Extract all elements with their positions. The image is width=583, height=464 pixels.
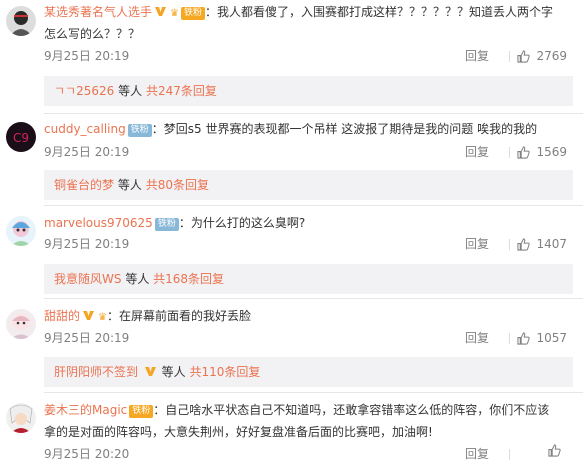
divider [44,298,583,299]
reply-count[interactable]: 共80条回复 [146,178,209,192]
avatar[interactable] [6,6,36,36]
comment-text: 为什么打的这么臭啊? [190,216,306,230]
reply-user[interactable]: 肝阴阳师不签到 [54,365,138,379]
reply-button[interactable]: 回复 [465,444,489,464]
reply-button[interactable]: 回复 [465,46,489,66]
svg-text:C9: C9 [13,131,29,145]
reply-user[interactable]: 我意随风WS [54,272,121,286]
username[interactable]: 甜甜的 [44,309,80,323]
thumbs-up-icon [517,49,531,63]
timestamp: 9月25日 20:19 [44,237,130,251]
like-count: 1057 [536,331,567,345]
like-button[interactable] [548,444,567,457]
timestamp: 9月25日 20:19 [44,145,130,159]
divider [509,147,510,158]
like-button[interactable]: 1057 [517,328,567,348]
reply-user[interactable]: 铜雀台的梦 [54,178,114,192]
like-button[interactable]: 1569 [517,142,567,162]
divider [44,205,583,206]
reply-button[interactable]: 回复 [465,234,489,254]
reply-user[interactable]: ㄱㄱ25626 [54,84,114,98]
reply-preview[interactable]: 铜雀台的梦 等人 共80条回复 [44,170,573,200]
avatar[interactable] [6,403,36,433]
divider [44,113,583,114]
username[interactable]: 姜木三的Magic [44,403,127,417]
comment-text: 自己啥水平状态自己不知道吗，还敢拿容错率这么低的阵容，你们不应该 [165,403,550,417]
divider [44,392,583,393]
comment-text: 我人都看傻了，入围赛都打成这样？？？？？？知道丢人两个字 [217,5,554,19]
verified-v-icon [155,7,167,16]
divider [509,239,510,250]
verified-v-icon [144,367,156,376]
fan-badge: 铁粉 [127,124,152,137]
reply-count[interactable]: 共168条回复 [153,272,224,286]
reply-preview[interactable]: ㄱㄱ25626 等人 共247条回复 [44,76,573,106]
like-count: 1569 [536,145,567,159]
like-button[interactable]: 1407 [517,234,567,254]
divider [509,449,510,460]
thumbs-up-icon [517,237,531,251]
thumbs-up-icon [517,331,531,345]
like-count: 1407 [536,237,567,251]
reply-button[interactable]: 回复 [465,142,489,162]
comment-text-cont: 怎么写的么？？？ [44,27,141,41]
like-button[interactable]: 2769 [517,46,567,66]
timestamp: 9月25日 20:20 [44,447,130,461]
like-count: 2769 [536,49,567,63]
avatar[interactable]: C9 [6,122,36,152]
username[interactable]: cuddy_calling [44,122,126,136]
divider [509,333,510,344]
thumbs-up-icon [548,444,561,457]
reply-count[interactable]: 共110条回复 [190,365,261,379]
timestamp: 9月25日 20:19 [44,49,130,63]
reply-preview[interactable]: 我意随风WS 等人 共168条回复 [44,264,573,294]
avatar[interactable] [6,309,36,339]
reply-count[interactable]: 共247条回复 [146,84,217,98]
verified-v-icon [83,311,95,320]
crown-icon: ♛ [98,312,107,323]
reply-preview[interactable]: 肝阴阳师不签到 等人 共110条回复 [44,357,573,387]
fan-badge: 铁粉 [129,405,154,418]
divider [509,51,510,62]
timestamp: 9月25日 20:19 [44,331,130,345]
username[interactable]: marvelous970625 [44,216,153,230]
thumbs-up-icon [517,145,531,159]
fan-badge: 铁粉 [180,7,205,20]
comment-text: 梦回s5 世界赛的表现都一个吊样 这波报了期待是我的问题 唉我的我的 [163,122,538,136]
fan-badge: 铁粉 [154,218,179,231]
comment-text: 在屏幕前面看的我好丢脸 [119,309,252,323]
avatar[interactable] [6,216,36,246]
username[interactable]: 某选秀著名气人选手 [44,5,152,19]
crown-icon: ♛ [170,8,179,19]
comment-text-cont: 拿的是对面的阵容吗，大意失荆州，好好复盘准备后面的比赛吧，加油啊! [44,425,433,439]
reply-button[interactable]: 回复 [465,328,489,348]
